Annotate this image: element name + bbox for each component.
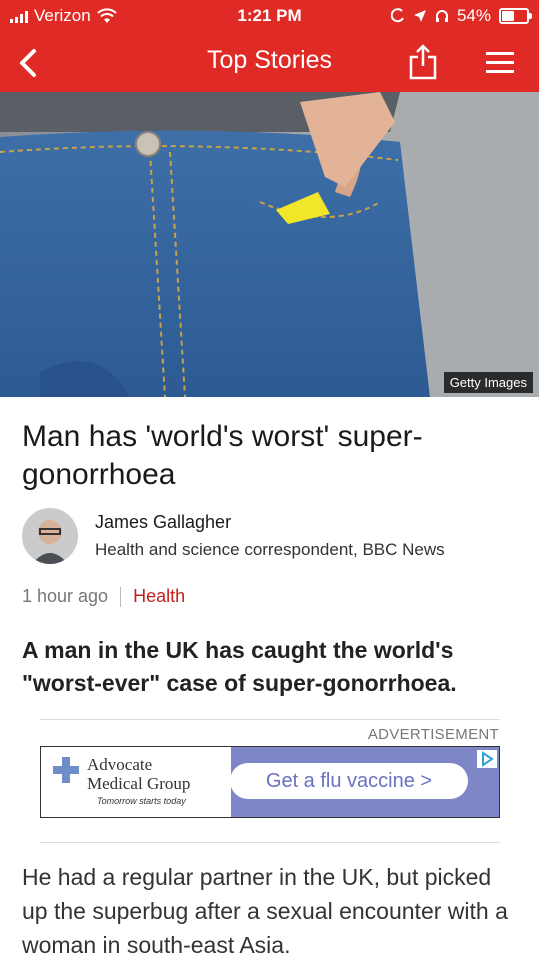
location-icon xyxy=(413,10,426,22)
ad-divider-bottom xyxy=(40,842,500,843)
advertisement-label: ADVERTISEMENT xyxy=(367,726,499,743)
ad-brand-line2: Medical Group xyxy=(87,774,191,793)
meta-divider xyxy=(120,586,122,607)
timestamp: 1 hour ago xyxy=(22,586,109,606)
ad-tagline: Tomorrow starts today xyxy=(97,796,186,806)
article-meta: 1 hour ago Health xyxy=(22,586,185,607)
jeans-photo xyxy=(0,92,539,397)
nav-title: Top Stories xyxy=(206,46,333,74)
adchoices-icon[interactable] xyxy=(477,750,497,768)
ad-divider-top xyxy=(40,719,500,720)
hamburger-menu-icon[interactable] xyxy=(484,48,516,78)
share-icon[interactable] xyxy=(406,42,440,82)
article-body-paragraph: He had a regular partner in the UK, but … xyxy=(22,864,508,958)
article-summary: A man in the UK has caught the world's "… xyxy=(22,637,457,696)
category-link[interactable]: Health xyxy=(133,586,185,607)
headphones-icon xyxy=(435,10,448,22)
author-role: Health and science correspondent, BBC Ne… xyxy=(95,540,445,559)
author-avatar xyxy=(22,508,78,564)
battery-icon xyxy=(499,8,532,24)
author-name[interactable]: James Gallagher xyxy=(95,512,231,533)
nav-bar: Top Stories xyxy=(0,34,539,92)
battery-percent: 54% xyxy=(456,6,491,25)
ad-cta-button[interactable]: Get a flu vaccine > xyxy=(230,763,468,799)
rotation-lock-icon xyxy=(390,8,404,23)
article-headline: Man has 'world's worst' super-gonorrhoea xyxy=(22,420,423,491)
medical-cross-icon xyxy=(53,757,79,783)
image-credit: Getty Images xyxy=(443,372,533,393)
hero-image: Getty Images xyxy=(0,92,539,397)
ad-brand-panel: Advocate Medical Group Tomorrow starts t… xyxy=(41,747,231,817)
ad-brand-line1: Advocate xyxy=(87,755,153,774)
status-bar: Verizon 1:21 PM 54% xyxy=(0,0,539,34)
